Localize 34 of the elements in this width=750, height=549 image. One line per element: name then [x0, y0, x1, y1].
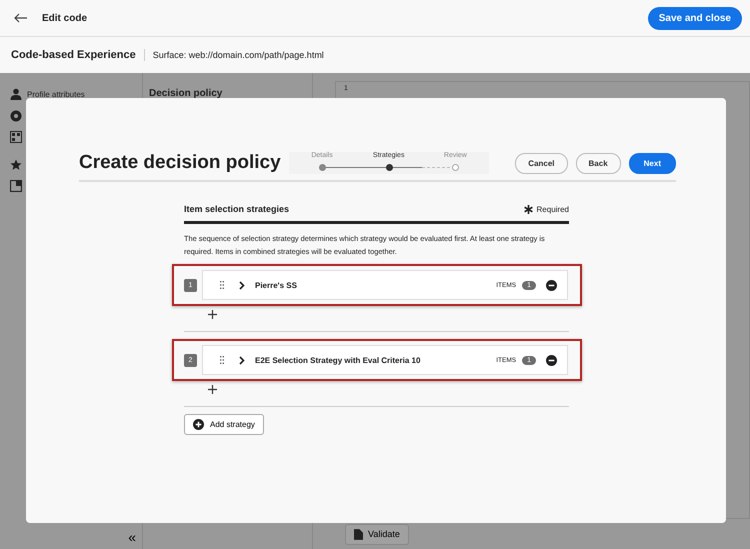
- add-strategy-button[interactable]: Add strategy: [184, 414, 264, 435]
- dialog-button[interactable]: Back: [576, 152, 621, 174]
- sidebar-item[interactable]: Profile attributes: [10, 87, 142, 101]
- remove-icon[interactable]: [546, 280, 557, 290]
- asterisk-icon: [524, 204, 533, 214]
- drag-handle-icon[interactable]: [220, 281, 224, 289]
- file-icon: [354, 528, 363, 540]
- add-icon[interactable]: [208, 385, 217, 394]
- add-circle-icon: [193, 419, 204, 430]
- star-icon[interactable]: [10, 159, 22, 171]
- validate-button[interactable]: Validate: [345, 524, 409, 544]
- next-button[interactable]: Next: [628, 152, 676, 174]
- strategy-name: E2E Selection Strategy with Eval Criteria 10: [255, 356, 420, 364]
- surface-text: Surface: web://domain.com/path/page.html: [152, 50, 324, 60]
- dialog-title: Create decision policy: [79, 152, 281, 174]
- add-icon[interactable]: [208, 310, 217, 319]
- document-icon[interactable]: [10, 180, 22, 192]
- section-title: Item selection strategies: [184, 204, 290, 214]
- collapse-button[interactable]: «: [128, 529, 136, 545]
- chevron-icon[interactable]: [239, 356, 245, 364]
- save-and-close-button[interactable]: Save and close: [648, 6, 742, 30]
- grid-icon[interactable]: [10, 131, 22, 143]
- back-arrow-icon[interactable]: [14, 13, 28, 23]
- chevron-icon[interactable]: [239, 280, 245, 290]
- page-title: Edit code: [42, 12, 88, 24]
- drag-handle-icon[interactable]: [220, 356, 224, 364]
- strategy-name: Pierre's SS: [255, 280, 297, 290]
- panel-title: Decision policy: [149, 88, 222, 99]
- experience-title: Code-based Experience: [11, 49, 145, 61]
- remove-icon[interactable]: [546, 354, 557, 366]
- required-label: Required: [536, 204, 569, 214]
- person-icon: [10, 88, 22, 100]
- dialog-button[interactable]: Cancel: [515, 152, 568, 174]
- palette-icon[interactable]: [10, 110, 22, 122]
